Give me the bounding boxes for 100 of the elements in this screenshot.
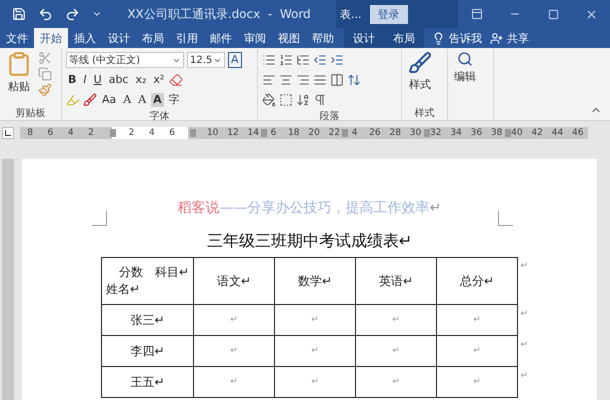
ruler-number: 2 (128, 128, 134, 138)
borders-icon[interactable] (279, 93, 293, 107)
copy-icon[interactable] (38, 67, 52, 81)
styles-button[interactable]: 样式 (406, 51, 434, 106)
column-marker[interactable] (261, 129, 267, 137)
margin-corner-mark (92, 211, 107, 226)
ribbon-tab[interactable]: 布局 (384, 28, 424, 48)
ruler-number: 28 (389, 128, 401, 138)
ruler-number: 4 (68, 128, 74, 138)
column-marker[interactable] (424, 129, 430, 137)
increase-indent-icon[interactable] (330, 53, 344, 67)
column-marker[interactable] (342, 129, 348, 137)
table-cell: ↵ (356, 366, 436, 398)
ribbon-tab[interactable]: 设计 (102, 28, 136, 48)
group-label: 段落 (318, 110, 340, 123)
table-cell: ↵ (274, 304, 356, 336)
format-painter-icon[interactable] (38, 83, 52, 97)
login-button[interactable]: 登录 (370, 4, 408, 24)
format-button[interactable]: x² (151, 73, 166, 87)
ruler-number: 20 (308, 128, 320, 138)
ruler-number: 40 (511, 128, 523, 138)
font-name-field[interactable]: 等线 (中文正文) (66, 52, 184, 68)
save-icon[interactable] (12, 7, 26, 21)
table-cell: 王五↵ (102, 366, 194, 398)
paste-button[interactable]: 粘贴 (4, 51, 34, 106)
ruler-number: 6 (270, 128, 276, 138)
ruler-number: 12 (227, 128, 239, 138)
ribbon-tab[interactable]: 审阅 (238, 28, 272, 48)
tab-stop-selector[interactable] (2, 127, 14, 139)
line-spacing-icon[interactable] (347, 73, 361, 87)
redo-icon[interactable] (65, 6, 80, 22)
ribbon-tab[interactable]: 文件 (0, 28, 34, 48)
table-cell: ↵ (436, 336, 518, 366)
ribbon-tab[interactable]: 视图 (272, 28, 306, 48)
decrease-indent-icon[interactable] (313, 53, 327, 67)
ribbon-tab[interactable]: 布局 (136, 28, 170, 48)
align-left-icon[interactable] (262, 73, 276, 87)
pilcrow-icon[interactable] (313, 93, 327, 107)
tell-me-button[interactable]: 告诉我 (449, 30, 482, 46)
row-end-mark: ↵ (520, 309, 528, 319)
change-case-button[interactable]: Aa (100, 93, 118, 107)
group-label: 剪贴板 (14, 106, 46, 120)
format-button[interactable]: abc (106, 73, 130, 87)
ruler-number: 44 (552, 128, 564, 138)
table-cell: ↵ (194, 304, 274, 336)
font-size-step-button[interactable]: A (136, 93, 148, 107)
share-button[interactable]: 共享 (507, 30, 529, 46)
document-title: 三年级三班期中考试成绩表↵ (206, 231, 412, 252)
char-border-button[interactable]: A (228, 52, 242, 68)
format-button[interactable]: B (66, 73, 78, 87)
format-button[interactable]: I (81, 73, 89, 87)
ruler-number: 2 (88, 128, 94, 138)
align-right-icon[interactable] (296, 73, 310, 87)
ribbon-tab[interactable]: 插入 (68, 28, 102, 48)
eraser-icon[interactable] (169, 73, 184, 87)
editing-button[interactable]: 编辑 (452, 51, 478, 120)
ruler-number: 34 (450, 128, 462, 138)
justify-icon[interactable] (313, 73, 327, 87)
row-end-mark: ↵ (520, 371, 528, 381)
table-cell: ↵ (194, 336, 274, 366)
enclose-button[interactable]: 字 (166, 93, 182, 107)
column-marker[interactable] (505, 129, 511, 137)
ribbon-tab[interactable]: 邮件 (204, 28, 238, 48)
ruler-number: 30 (410, 128, 422, 138)
format-button[interactable]: x₂ (133, 73, 148, 87)
font-size-field[interactable]: 12.5 (187, 52, 225, 68)
context-label: 表... (340, 6, 362, 22)
ruler-number: 6 (169, 128, 175, 138)
table-cell: 张三↵ (102, 304, 194, 336)
table-cell: 总分↵ (436, 258, 518, 304)
ribbon-tab[interactable]: 帮助 (306, 28, 340, 48)
undo-icon[interactable] (38, 6, 53, 22)
table-cell: 分数 科目↵ 姓名↵ (102, 258, 194, 304)
ribbon-tab[interactable]: 引用 (170, 28, 204, 48)
align-center-icon[interactable] (279, 73, 293, 87)
table-cell: ↵ (274, 366, 356, 398)
ribbon-tab[interactable]: 开始 (34, 28, 68, 48)
sort-icon[interactable] (296, 93, 310, 107)
lightbulb-icon[interactable] (432, 32, 445, 44)
numbering-icon[interactable] (279, 53, 293, 67)
ruler-number: 8 (27, 128, 33, 138)
column-marker[interactable] (190, 129, 196, 137)
column-marker[interactable] (110, 129, 116, 137)
row-end-mark: ↵ (520, 340, 528, 350)
ruler-number: 14 (248, 128, 259, 138)
format-button[interactable]: U (92, 73, 104, 87)
table-cell: 英语↵ (356, 258, 436, 304)
shading-icon[interactable] (262, 93, 276, 107)
shading-button[interactable]: A (151, 93, 164, 107)
search-icon (457, 51, 473, 67)
ruler-number: 10 (206, 128, 218, 138)
ruler-number: 38 (490, 128, 502, 138)
table-cell: ↵ (436, 366, 518, 398)
ribbon-tab[interactable]: 设计 (344, 28, 384, 48)
multilevel-list-icon[interactable] (296, 53, 310, 67)
brush-icon (408, 51, 432, 75)
share-icon[interactable] (490, 32, 503, 44)
cut-icon[interactable] (38, 51, 52, 65)
font-size-step-button[interactable]: A (121, 93, 134, 107)
ruler-number: 42 (531, 128, 543, 138)
